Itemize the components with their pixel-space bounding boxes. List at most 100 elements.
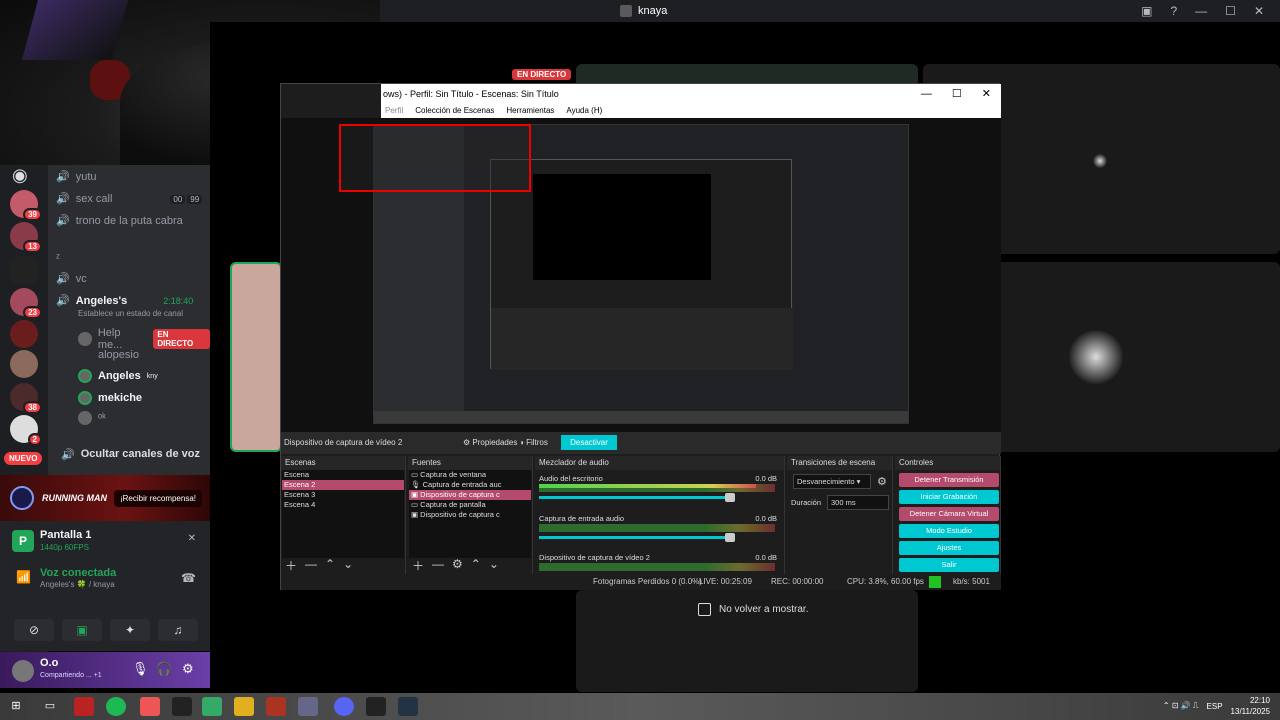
app-icon[interactable]: [298, 697, 318, 716]
help-icon[interactable]: ?: [1170, 4, 1177, 18]
scene-item[interactable]: Escena 4: [282, 500, 404, 510]
member-row[interactable]: ᵒᵏ: [78, 411, 106, 425]
dont-show-checkbox[interactable]: No volver a mostrar.: [698, 603, 808, 616]
headphones-icon[interactable]: 🎧: [156, 661, 172, 677]
properties-button[interactable]: ⚙ Propiedades: [463, 438, 517, 447]
up-icon[interactable]: ⌃: [471, 557, 481, 574]
user-tile[interactable]: [230, 262, 282, 452]
server-icon[interactable]: [10, 320, 38, 348]
gear-icon[interactable]: ⚙: [452, 557, 463, 574]
exit-button[interactable]: Salir: [899, 558, 999, 572]
active-voice-channel[interactable]: 🔊 Angeles's 2:18:40: [56, 294, 193, 308]
remove-icon[interactable]: —: [432, 557, 444, 574]
folder-icon[interactable]: [234, 697, 254, 716]
remove-icon[interactable]: —: [305, 557, 317, 574]
app-icon[interactable]: [398, 697, 418, 716]
close-button[interactable]: ✕: [1254, 4, 1264, 18]
spotify-icon[interactable]: [106, 697, 126, 716]
down-icon[interactable]: ⌄: [489, 557, 499, 574]
camera-off-button[interactable]: ⊘: [14, 619, 54, 641]
server-icon[interactable]: [10, 350, 38, 378]
maximize-button[interactable]: ☐: [952, 84, 962, 104]
taskview-icon[interactable]: ▭: [40, 697, 60, 716]
clock[interactable]: 22:10 13/11/2025: [1231, 695, 1270, 717]
claim-reward-button[interactable]: ¡Recibir recompensa!: [113, 489, 202, 507]
stop-streaming-button[interactable]: Detener Transmisión: [899, 473, 999, 487]
disable-button[interactable]: Desactivar: [561, 435, 617, 450]
voice-channel[interactable]: 🔊 yutu: [56, 170, 97, 184]
down-icon[interactable]: ⌄: [343, 557, 353, 574]
share-screen-button[interactable]: ▣: [62, 619, 102, 641]
signal-icon[interactable]: 📶: [16, 570, 31, 584]
server-icon[interactable]: 39: [10, 190, 42, 221]
volume-slider[interactable]: [539, 533, 735, 542]
windows-start-icon[interactable]: ⊞: [6, 697, 26, 716]
menu-item[interactable]: Perfil: [385, 104, 403, 118]
stop-share-icon[interactable]: ✕: [188, 533, 196, 544]
minimize-button[interactable]: —: [921, 84, 932, 104]
selected-source-box[interactable]: [339, 124, 531, 192]
source-item[interactable]: ▭ Captura de ventana: [409, 470, 531, 480]
voice-channel[interactable]: ᶻ: [56, 252, 60, 264]
studio-mode-button[interactable]: Modo Estudio: [899, 524, 999, 538]
soundboard-button[interactable]: ♫: [158, 619, 198, 641]
hide-voice-channels-button[interactable]: 🔊 Ocultar canales de voz: [58, 441, 203, 467]
discord-logo-icon[interactable]: ◉: [12, 165, 28, 186]
server-icon[interactable]: 2: [10, 415, 42, 446]
scene-item[interactable]: Escena 2: [282, 480, 404, 490]
tray-icons[interactable]: ⌃ ⊡ 🔊 ⎍: [1163, 701, 1199, 711]
gear-icon[interactable]: ⚙: [877, 475, 887, 488]
source-item[interactable]: ▣ Dispositivo de captura c: [409, 490, 531, 500]
up-icon[interactable]: ⌃: [325, 557, 335, 574]
settings-icon[interactable]: ⚙: [182, 661, 194, 677]
brave-icon[interactable]: [140, 697, 160, 716]
add-icon[interactable]: ＋: [285, 557, 297, 574]
server-icon[interactable]: 38: [10, 383, 42, 414]
member-row[interactable]: Angeles kny: [78, 369, 158, 383]
inbox-icon[interactable]: ▣: [1141, 4, 1152, 18]
volume-slider[interactable]: [539, 493, 735, 502]
nuevo-badge[interactable]: NUEVO: [4, 452, 43, 465]
app-icon[interactable]: [266, 697, 286, 716]
voice-channel[interactable]: 🔊 trono de la puta cabra: [56, 214, 183, 228]
start-recording-button[interactable]: Iniciar Grabación: [899, 490, 999, 504]
app-icon[interactable]: [74, 697, 94, 716]
add-icon[interactable]: ＋: [412, 557, 424, 574]
server-icon[interactable]: 23: [10, 288, 42, 319]
settings-button[interactable]: Ajustes: [899, 541, 999, 555]
maximize-button[interactable]: ☐: [1225, 4, 1236, 18]
duration-input[interactable]: 300 ms: [827, 495, 889, 510]
menu-item[interactable]: Herramientas: [506, 104, 554, 118]
app-icon[interactable]: [202, 697, 222, 716]
voice-channel[interactable]: 🔊 sex call 00 99: [56, 192, 203, 205]
voice-channel[interactable]: 🔊 vc: [56, 272, 87, 286]
member-row[interactable]: Help me... EN DIRECTO: [78, 327, 210, 351]
channel-status[interactable]: Establece un estado de canal: [78, 309, 183, 318]
stop-virtual-cam-button[interactable]: Detener Cámara Virtual: [899, 507, 999, 521]
menu-item[interactable]: Ayuda (H): [566, 104, 602, 118]
transition-select[interactable]: Desvanecimiento ▾: [793, 474, 871, 489]
promo-banner[interactable]: RUNNING MAN ¡Recibir recompensa!: [0, 475, 210, 521]
avatar[interactable]: [12, 660, 34, 682]
member-row[interactable]: mekiche: [78, 391, 142, 405]
close-button[interactable]: ✕: [982, 84, 991, 104]
scene-item[interactable]: Escena: [282, 470, 404, 480]
source-item[interactable]: 🎙 Captura de entrada auc: [409, 480, 531, 490]
obs-preview[interactable]: [281, 118, 1001, 432]
source-item[interactable]: ▣ Dispositivo de captura c: [409, 510, 531, 520]
member-row[interactable]: alopesio: [78, 349, 139, 361]
scene-item[interactable]: Escena 3: [282, 490, 404, 500]
source-item[interactable]: ▭ Captura de pantalla: [409, 500, 531, 510]
obs-icon[interactable]: [172, 697, 192, 716]
microphone-icon[interactable]: 🎙: [132, 661, 149, 677]
discord-icon[interactable]: [334, 697, 354, 716]
filters-button[interactable]: ◑ Filtros: [519, 438, 548, 447]
server-icon[interactable]: 13: [10, 222, 42, 253]
activities-button[interactable]: ✦: [110, 619, 150, 641]
checkbox-icon[interactable]: [698, 603, 711, 616]
app-icon[interactable]: [366, 697, 386, 716]
server-icon[interactable]: [10, 256, 38, 284]
minimize-button[interactable]: —: [1195, 4, 1207, 18]
menu-item[interactable]: Colección de Escenas: [415, 104, 494, 118]
disconnect-icon[interactable]: ☎: [181, 571, 196, 585]
